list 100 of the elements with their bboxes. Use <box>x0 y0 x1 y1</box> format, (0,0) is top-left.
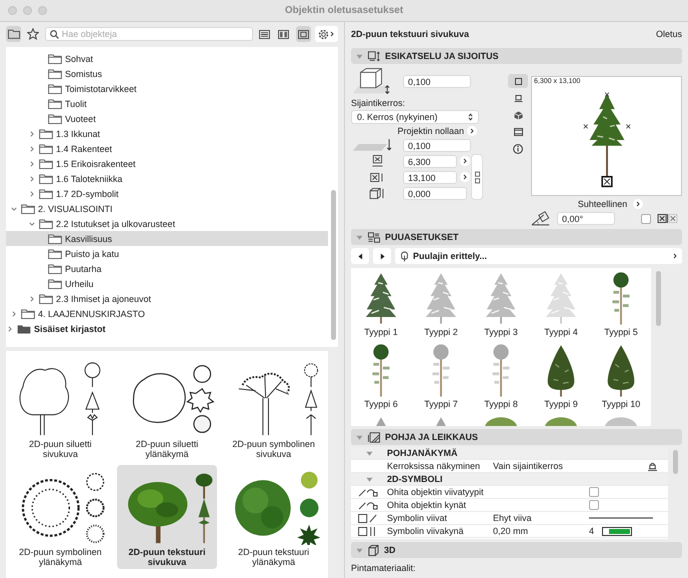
search-icon <box>50 30 59 38</box>
disclosure-triangle-icon[interactable] <box>366 476 372 482</box>
base-height-field[interactable]: 0,000 <box>403 186 467 200</box>
tree-item[interactable]: 1.5 Erikoisrakenteet <box>6 156 328 171</box>
folder-icon <box>21 204 35 214</box>
search-input[interactable]: Hae objekteja <box>62 29 242 39</box>
tree-item[interactable]: 2.3 Ihmiset ja ajoneuvot <box>6 291 328 306</box>
mirror-checkbox[interactable] <box>641 214 651 224</box>
anchor-label: Suhteellinen <box>578 199 628 209</box>
preview-mode-button[interactable] <box>508 74 528 88</box>
section-header[interactable]: PUUASETUKSET <box>351 229 682 245</box>
tree-item[interactable]: Urheilu <box>6 276 328 291</box>
story-dropdown[interactable]: 0. Kerros (nykyinen) <box>351 110 479 124</box>
checkbox[interactable] <box>589 500 599 510</box>
property-label: Ohita objektin kynät <box>387 500 468 510</box>
folder-icon <box>48 98 62 108</box>
group-title: POHJANÄKYMÄ <box>387 448 459 458</box>
elevation-icon <box>351 138 393 152</box>
object-thumbnail[interactable]: 2D-puun tekstuuri sivukuva <box>116 465 218 569</box>
section-header[interactable]: ESIKATSELU JA SIJOITUS <box>351 48 682 64</box>
chevron-right-icon[interactable] <box>29 176 35 182</box>
tree-type-label: Tyyppi 8 <box>484 399 518 409</box>
tree-item[interactable]: 2. VISUALISOINTI <box>6 201 328 216</box>
tree-item[interactable]: Tuolit <box>6 96 328 111</box>
chevron-icon <box>636 201 640 207</box>
tree-item[interactable]: Puutarha <box>6 261 328 276</box>
materials-label: Pintamateriaalit: <box>351 563 417 573</box>
chevron-right-icon[interactable] <box>29 190 35 196</box>
object-thumbnail[interactable]: 2D-puun symbolinen ylänäkymä <box>10 465 111 569</box>
tree-item[interactable]: Sohvat <box>6 51 328 66</box>
section-header[interactable]: 3D <box>351 542 682 558</box>
anchor-button[interactable] <box>633 199 644 209</box>
reference-button[interactable] <box>467 126 477 136</box>
chevron-right-icon[interactable] <box>11 310 17 316</box>
chevron-right-icon[interactable] <box>7 326 13 332</box>
tree-item[interactable]: 1.6 Talotekniikka <box>6 171 328 186</box>
scrollbar-thumb[interactable] <box>672 450 678 474</box>
object-thumbnail[interactable]: 2D-puun siluetti ylänäkymä <box>116 357 218 461</box>
tree-item[interactable]: Kasvillisuus <box>6 231 328 246</box>
width-button[interactable] <box>460 156 470 166</box>
tree-item[interactable]: Toimistotarvikkeet <box>6 81 328 96</box>
checkbox[interactable] <box>589 487 599 497</box>
settings-button[interactable] <box>314 26 338 42</box>
tree-type-label: Tyyppi 5 <box>604 327 638 337</box>
disclosure-triangle-icon[interactable] <box>366 450 372 456</box>
tree-icon <box>400 250 409 262</box>
folder-icon <box>48 84 62 94</box>
tree-item[interactable]: Somistus <box>6 66 328 81</box>
previous-button[interactable] <box>351 248 369 264</box>
scrollbar-thumb[interactable] <box>330 190 336 340</box>
species-button[interactable]: Puulajin erittely... <box>395 248 682 264</box>
depth-field[interactable]: 13,100 <box>403 170 457 184</box>
reference-label: Projektin nollaan <box>397 126 464 136</box>
star-icon <box>27 28 40 40</box>
tree-item[interactable]: 1.3 Ikkunat <box>6 126 328 141</box>
object-thumbnail[interactable]: 2D-puun symbolinen sivukuva <box>223 357 324 461</box>
tree-item[interactable]: 4. LAAJENNUSKIRJASTO <box>6 306 328 321</box>
view-toggle[interactable] <box>6 26 22 42</box>
chevron-right-icon[interactable] <box>29 296 35 302</box>
section-view-icon <box>514 128 522 136</box>
tree-item-label: 2.3 Ihmiset ja ajoneuvot <box>56 294 152 304</box>
tree-settings-icon <box>368 232 380 242</box>
scrollbar-thumb[interactable] <box>656 271 660 326</box>
link-toggle[interactable] <box>471 154 483 200</box>
floor-visibility-icon[interactable] <box>647 462 658 470</box>
object-thumbnail[interactable]: 2D-puun siluetti sivukuva <box>10 357 111 461</box>
search-field[interactable]: Hae objekteja <box>44 27 253 41</box>
next-button[interactable] <box>373 248 391 264</box>
chevron-down-icon[interactable] <box>29 220 35 226</box>
elevation-field[interactable]: 0,100 <box>403 138 471 152</box>
depth-button[interactable] <box>460 172 470 182</box>
property-label: Symbolin viivat <box>387 513 448 523</box>
floor-plan-section-icon <box>368 432 380 442</box>
side-view-icon <box>514 94 522 102</box>
width-field[interactable]: 6,300 <box>403 154 457 168</box>
tree-item[interactable]: 1.4 Rakenteet <box>6 141 328 156</box>
section-header[interactable]: POHJA JA LEIKKAUS <box>351 429 682 445</box>
view-mode-button[interactable] <box>296 26 311 42</box>
thumbnail-label: 2D-puun symbolinen sivukuva <box>231 439 316 459</box>
tree-item[interactable]: Puisto ja katu <box>6 246 328 261</box>
pen-color-swatch[interactable] <box>602 526 632 536</box>
cube-icon <box>514 110 522 120</box>
tree-item[interactable]: 1.7 2D-symbolit <box>6 186 328 201</box>
library-folder-icon <box>17 324 31 334</box>
tree-type-label: Tyyppi 6 <box>364 399 398 409</box>
chevron-down-icon[interactable] <box>11 206 17 212</box>
angle-field[interactable]: 0,00° <box>557 212 615 225</box>
tree-item[interactable]: Vuoteet <box>6 111 328 126</box>
tree-type-label: Tyyppi 1 <box>364 327 398 337</box>
height-field[interactable]: 0,100 <box>403 74 471 88</box>
section-title: POHJA JA LEIKKAUS <box>385 432 478 442</box>
view-toggle[interactable] <box>25 26 41 42</box>
tree-item[interactable]: Sisäiset kirjastot <box>6 321 328 336</box>
section-title: PUUASETUKSET <box>385 232 459 242</box>
chevron-right-icon[interactable] <box>29 146 35 152</box>
chevron-right-icon[interactable] <box>29 130 35 136</box>
chevron-right-icon[interactable] <box>29 160 35 166</box>
object-thumbnail[interactable]: 2D-puun tekstuuri ylänäkymä <box>223 465 324 569</box>
tree-item-label: 1.7 2D-symbolit <box>56 188 119 198</box>
tree-item[interactable]: 2.2 Istutukset ja ulkovarusteet <box>6 216 328 231</box>
